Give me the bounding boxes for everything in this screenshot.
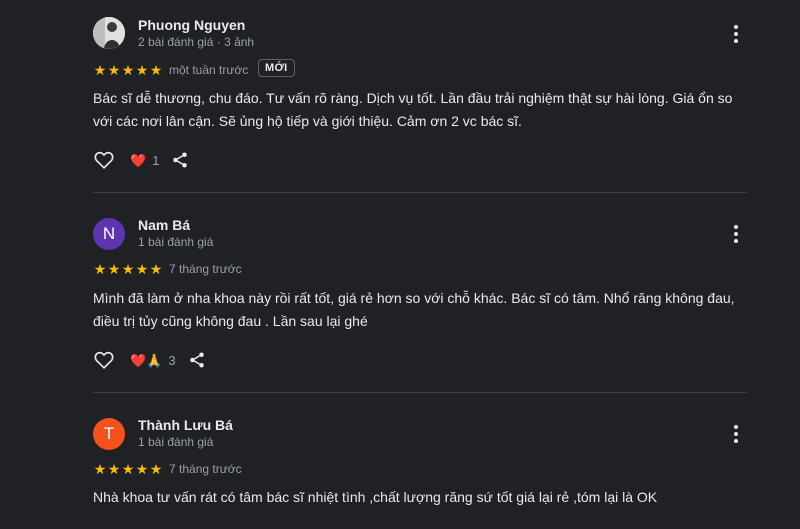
star-icon: ★ [135,261,149,277]
star-icon: ★ [149,261,163,277]
star-rating: ★ ★ ★ ★ ★ [93,462,163,476]
reviewer-meta: 1 bài đánh giá [138,435,214,449]
star-rating: ★ ★ ★ ★ ★ [93,262,163,276]
star-icon: ★ [149,62,163,78]
star-icon: ★ [93,261,107,277]
divider [93,392,747,393]
reaction-count: 1 [152,152,160,168]
reaction-summary[interactable]: ❤️ 1 [130,153,159,168]
star-icon: ★ [93,461,107,477]
heart-reaction-icon: ❤️ [130,152,147,168]
star-icon: ★ [93,62,107,78]
new-badge: MỚI [258,59,295,77]
more-options-button[interactable] [726,224,746,244]
reviewer-meta: 1 bài đánh giá [138,235,214,249]
star-icon: ★ [121,62,135,78]
avatar[interactable] [93,17,125,49]
reviewer-name[interactable]: Phuong Nguyen [138,17,245,33]
star-icon: ★ [107,461,121,477]
avatar[interactable]: T [93,418,125,450]
reaction-count: 3 [168,352,176,368]
person-photo-icon [93,17,125,49]
review-time: một tuần trước [169,63,249,77]
review-text: Mình đã làm ở nha khoa này rồi rất tốt, … [93,290,735,329]
reviewer-name[interactable]: Nam Bá [138,217,190,233]
avatar[interactable]: N [93,218,125,250]
reaction-summary[interactable]: ❤️🙏 3 [130,353,176,368]
star-icon: ★ [121,461,135,477]
like-heart-icon[interactable] [93,149,115,171]
review-actions: ❤️ 1 [93,149,189,171]
more-options-button[interactable] [726,424,746,444]
reviewer-name[interactable]: Thành Lưu Bá [138,417,233,433]
review-actions: ❤️🙏 3 [93,349,206,371]
share-icon[interactable] [188,351,206,369]
more-options-button[interactable] [726,24,746,44]
review-time: 7 tháng trước [169,262,242,276]
star-icon: ★ [135,461,149,477]
review-text: Bác sĩ dễ thương, chu đáo. Tư vấn rõ ràn… [93,90,733,129]
divider [93,192,747,193]
reviewer-meta: 2 bài đánh giá · 3 ảnh [138,35,255,49]
like-heart-icon[interactable] [93,349,115,371]
heart-pray-reaction-icon: ❤️🙏 [130,352,163,368]
star-icon: ★ [149,461,163,477]
star-icon: ★ [107,62,121,78]
share-icon[interactable] [171,151,189,169]
review-text: Nhà khoa tư vấn rát có tâm bác sĩ nhiệt … [93,489,658,505]
star-icon: ★ [121,261,135,277]
star-rating: ★ ★ ★ ★ ★ [93,63,163,77]
star-icon: ★ [107,261,121,277]
star-icon: ★ [135,62,149,78]
review-time: 7 tháng trước [169,462,242,476]
